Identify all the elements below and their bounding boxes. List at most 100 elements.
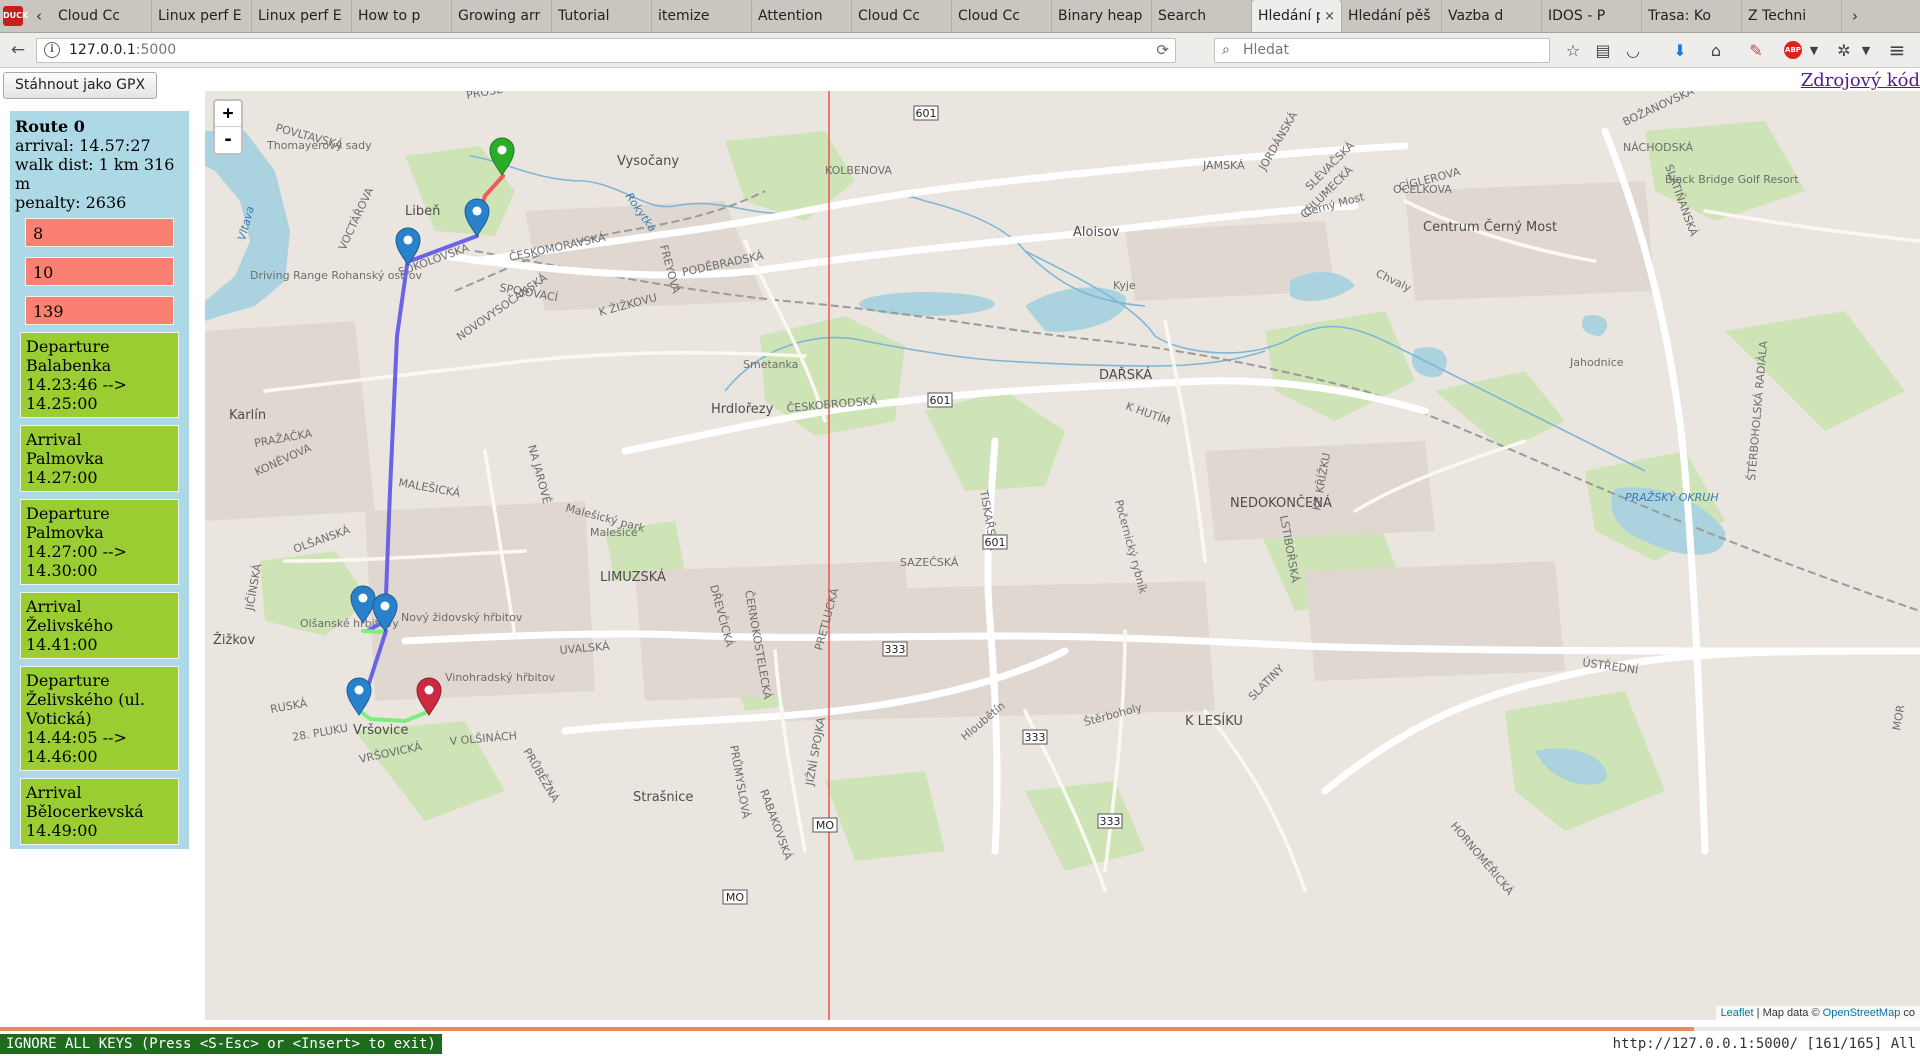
page: Stáhnout jako GPX Zdrojový kód Route 0 a… [0,68,1920,1027]
road-shield: MO [722,889,748,905]
reload-icon[interactable]: ⟳ [1156,39,1169,62]
back-button[interactable]: ← [6,38,30,62]
tab-item[interactable]: Linux perf E [252,0,352,32]
map-label: PROSE [465,91,504,102]
zoom-in-button[interactable]: + [215,101,241,127]
route-step-line: 14.44:05 --> [26,728,127,747]
route-step-line: Departure [26,504,110,523]
zoom-control: + - [213,99,243,155]
tab-item[interactable]: IDOS - P [1542,0,1642,32]
site-info-icon[interactable]: i [44,42,60,58]
url-host: 127.0.0.1 [69,42,136,58]
bookmark-star-icon[interactable]: ☆ [1562,39,1584,61]
home-icon[interactable]: ⌂ [1705,39,1727,61]
tab-active[interactable]: Hledání p × [1252,0,1342,32]
road-shield-number: 601 [916,107,937,120]
source-code-link[interactable]: Zdrojový kód [1801,70,1920,91]
pocket-icon[interactable]: ◡ [1622,39,1644,61]
close-icon[interactable]: × [1320,9,1335,24]
tab-item[interactable]: Attention [752,0,852,32]
map-label: JORDÁNSKÁ [1256,109,1301,173]
walk-segment-2 [358,709,432,723]
map-label: Chvaly [1374,267,1414,295]
download-icon[interactable]: ⬇ [1669,39,1691,61]
map-label: Jahodnice [1569,356,1624,369]
map-label: HORNOMĚŘICKÁ [1448,820,1517,898]
chevron-down-icon[interactable]: ▼ [1803,39,1825,61]
route-step-line: 14.41:00 [26,635,98,654]
adblock-icon[interactable]: ABP [1782,39,1804,61]
route-step-line: Palmovka [26,523,104,542]
map-label: Vinohradský hřbitov [445,671,556,684]
navigation-bar: ← i 127.0.0.1:5000 ⟳ ⌕ Hledat ☆ ▤ ◡ ⬇ ⌂ … [0,33,1920,68]
road-shield-number: 601 [985,536,1006,549]
route-step-line: Balabenka [26,356,112,375]
tab-item[interactable]: Vazba d [1442,0,1542,32]
mode-indicator: IGNORE ALL KEYS (Press <S-Esc> or <Inser… [0,1034,442,1054]
tab-item[interactable]: Tutorial [552,0,652,32]
route-step: Departure Želivského (ul. Votická) 14.44:05… [20,666,179,771]
map-label: K LESÍKU [1185,713,1243,729]
status-url: http://127.0.0.1:5000/ [161/165] All [1612,1036,1916,1052]
settings-icon[interactable]: ✲ [1833,39,1855,61]
map-label: KOLBENOVA [825,164,892,177]
route-step-line: 14.46:00 [26,747,98,766]
map-label: PRŮBĚŽNÁ [520,746,562,805]
map-label: RABAKOVSKÁ [757,788,795,862]
tab-item[interactable]: Cloud Cc [852,0,952,32]
map-label: SAZEČSKÁ [900,556,959,569]
tab-label: Attention [758,8,823,24]
tab-item[interactable]: How to p [352,0,452,32]
map[interactable]: PROSE POVLTAVSKÁ Thomayerovy sady Vltava Lib… [205,91,1920,1020]
menu-icon[interactable]: ≡ [1886,38,1908,62]
tab-item[interactable]: Binary heap [1052,0,1152,32]
map-label: JIČÍNSKÁ [243,562,264,612]
chevron-down-icon[interactable]: ▼ [1855,39,1877,61]
map-label: Aloisov [1073,225,1120,240]
tab-item[interactable]: Hledání pěš [1342,0,1442,32]
penalty-item: 139 [25,296,174,325]
tab-item[interactable]: Cloud Cc [952,0,1052,32]
route-steps: Departure Balabenka 14.23:46 --> 14.25:00 Ar… [15,332,184,845]
tab-label: IDOS - P [1548,8,1606,24]
tab-label: Hledání pěš [1348,8,1431,24]
url-port: :5000 [135,42,177,58]
tab-label: How to p [358,8,421,24]
tab-item[interactable]: itemize [652,0,752,32]
leaflet-link[interactable]: Leaflet [1721,1007,1754,1019]
road-shield: 601 [982,534,1008,550]
tab-item[interactable]: Growing arr [452,0,552,32]
map-label: Malešice [590,526,638,539]
map-label: PRAŽSKÝ OKRUH [1625,491,1719,504]
tab-label: Vazba d [1448,8,1504,24]
map-label: Driving Range Rohanský ostrov [250,269,422,282]
road-shield: 333 [1022,729,1048,745]
route-step: Arrival Želivského 14.41:00 [20,592,179,659]
tab-item[interactable]: Cloud Cc [52,0,152,32]
tab-scroll-left-icon[interactable]: ‹ [26,0,52,32]
zoom-out-button[interactable]: - [215,127,241,153]
search-input[interactable]: ⌕ Hledat [1214,38,1550,63]
route-penalty: penalty: 2636 [15,193,127,212]
openstreetmap-link[interactable]: OpenStreetMap [1823,1007,1901,1019]
map-label: Vršovice [353,723,408,738]
tab-label: itemize [658,8,710,24]
map-label: NÁCHODSKÁ [1623,141,1694,154]
tab-item[interactable]: Linux perf E [152,0,252,32]
reading-list-icon[interactable]: ▤ [1592,39,1614,61]
url-bar[interactable]: i 127.0.0.1:5000 ⟳ [36,38,1176,63]
map-canvas[interactable]: PROSEPOVLTAVSKÁThomayerovy sadyVltava Lib… [205,91,1920,1020]
tab-item[interactable]: Search [1152,0,1252,32]
map-label: 28. PLUKU [291,721,349,744]
end-marker[interactable] [416,677,442,716]
tab-label: Tutorial [558,8,610,24]
walk-segment-1 [361,629,387,634]
stop-marker-5[interactable] [346,677,372,716]
map-label: Libeň [405,204,440,219]
extension-icon[interactable]: ✎ [1745,39,1767,61]
route-arrival: arrival: 14.57:27 [15,136,151,155]
tab-scroll-right-icon[interactable]: › [1842,0,1868,32]
download-gpx-button[interactable]: Stáhnout jako GPX [3,72,158,99]
tab-item[interactable]: Trasa: Ko [1642,0,1742,32]
tab-item[interactable]: Z Techni [1742,0,1842,32]
